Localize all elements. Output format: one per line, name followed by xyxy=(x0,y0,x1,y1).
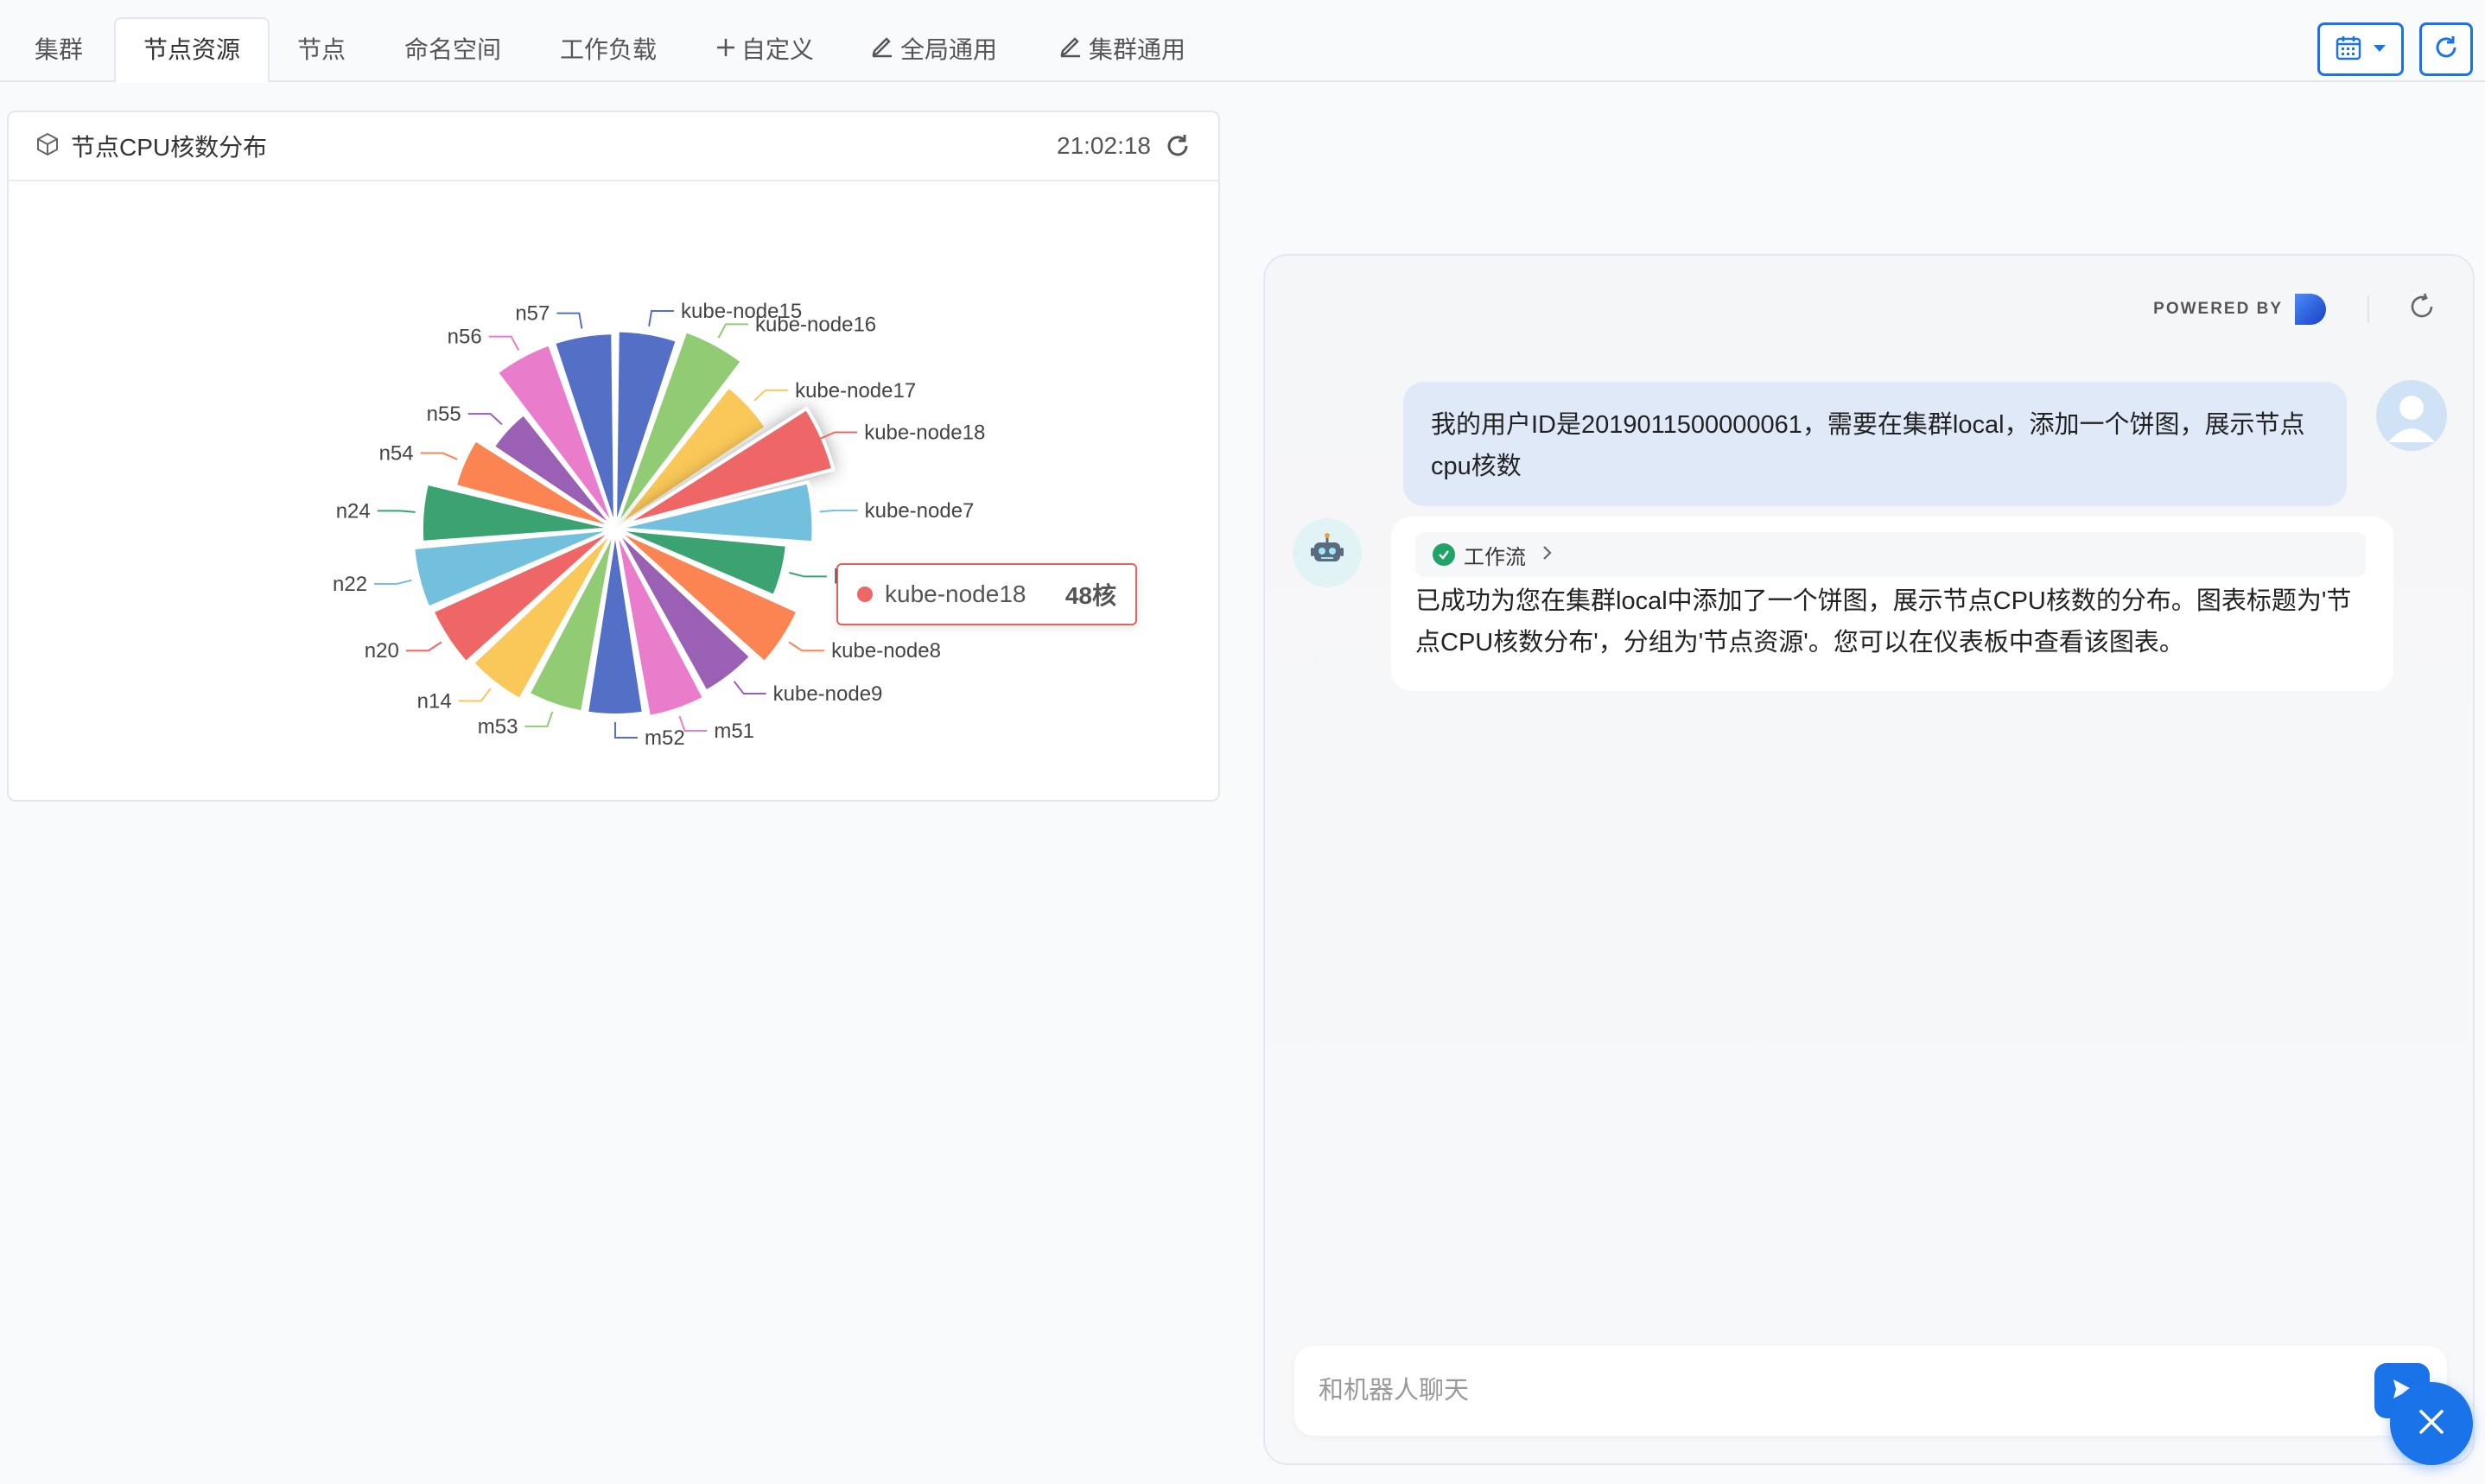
leader-line-n14 xyxy=(458,688,492,702)
bot-avatar xyxy=(1293,518,1362,587)
edit-icon xyxy=(1058,17,1084,83)
reset-chat-button[interactable] xyxy=(2406,290,2438,327)
slice-label-m51: m51 xyxy=(714,720,754,743)
chevron-down-icon xyxy=(2373,41,2386,57)
leader-line-m52 xyxy=(614,722,638,739)
date-picker-button[interactable] xyxy=(2317,22,2404,76)
leader-line-kube-node17 xyxy=(753,389,789,402)
slice-label-kube-node9: kube-node9 xyxy=(773,682,883,706)
leader-line-n20 xyxy=(405,641,442,652)
chat-input[interactable] xyxy=(1294,1346,2331,1436)
tooltip-value: 48核 xyxy=(1065,582,1116,609)
slice-label-kube-node8: kube-node8 xyxy=(831,639,941,663)
slice-label-m53: m53 xyxy=(478,715,518,739)
leader-line-n54 xyxy=(420,452,458,460)
pie-chart: kube-node15kube-node16kube-node17kube-no… xyxy=(333,300,985,750)
chat-panel: POWERED BY 我的用户ID是2019011500000061，需要在集群… xyxy=(1263,254,2475,1465)
slice-label-kube-node17: kube-node17 xyxy=(795,379,916,403)
chart-title: 节点CPU核数分布 xyxy=(71,134,268,161)
leader-line-n57 xyxy=(556,312,583,329)
tab-custom[interactable]: 自定义 xyxy=(715,17,814,83)
leader-line-n56 xyxy=(488,335,520,351)
tab-global-common[interactable]: 全局通用 xyxy=(869,17,997,83)
refresh-icon xyxy=(2431,33,2461,67)
chart-timestamp: 21:02:18 xyxy=(1057,132,1151,159)
cube-icon xyxy=(35,131,60,162)
slice-label-kube-node18: kube-node18 xyxy=(864,421,985,444)
user-icon xyxy=(2388,396,2435,442)
user-message: 我的用户ID是2019011500000061，需要在集群local，添加一个饼… xyxy=(1403,382,2347,506)
leader-line-kube-node8 xyxy=(788,641,825,652)
pie-chart-area: kube-node15 kube-node16 kube-node17 kube-no… xyxy=(9,183,1222,802)
slice-label-kube-node16: kube-node16 xyxy=(755,313,876,336)
chat-input-box xyxy=(1294,1346,2447,1436)
refresh-icon xyxy=(1163,135,1192,164)
reload-icon xyxy=(2406,293,2438,327)
slice-label-n57: n57 xyxy=(515,302,550,326)
chart-tooltip: kube-node18 48核 xyxy=(836,563,1137,625)
slice-label-n24: n24 xyxy=(336,499,371,523)
close-chat-button[interactable] xyxy=(2390,1382,2473,1465)
leader-line-kube-node16 xyxy=(717,323,749,339)
slice-label-n55: n55 xyxy=(427,403,461,426)
leader-line-n55 xyxy=(467,413,503,426)
user-avatar xyxy=(2376,380,2447,451)
chart-refresh-button[interactable] xyxy=(1163,131,1192,165)
bot-message: 工作流 已成功为您在集群local中添加了一个饼图，展示节点CPU核数的分布。图… xyxy=(1391,517,2393,691)
robot-icon xyxy=(1308,530,1346,576)
powered-by-badge: POWERED BY xyxy=(2153,294,2326,325)
slice-label-n14: n14 xyxy=(417,689,452,713)
tab-namespace[interactable]: 命名空间 xyxy=(404,17,501,83)
leader-line-kube-node18 xyxy=(820,431,858,440)
check-icon xyxy=(1433,543,1455,566)
brand-logo-icon xyxy=(2295,294,2326,325)
tab-workload[interactable]: 工作负载 xyxy=(560,17,657,83)
tooltip-color-dot xyxy=(857,587,873,602)
slice-label-n20: n20 xyxy=(365,639,399,663)
header-divider xyxy=(2367,295,2369,323)
chart-card-header: 节点CPU核数分布 21:02:18 xyxy=(9,112,1218,181)
calendar-icon xyxy=(2335,34,2362,66)
close-icon xyxy=(2416,1406,2447,1442)
top-tab-bar: 集群 节点资源 节点 命名空间 工作负载 自定义 全局通用 集群通用 xyxy=(0,0,2485,83)
plus-icon xyxy=(715,17,736,83)
tooltip-series-name: kube-node18 xyxy=(885,580,1026,607)
bot-message-text: 已成功为您在集群local中添加了一个饼图，展示节点CPU核数的分布。图表标题为… xyxy=(1415,587,2352,656)
workflow-toggle[interactable]: 工作流 xyxy=(1415,532,2366,577)
tab-cluster[interactable]: 集群 xyxy=(35,17,83,83)
leader-line-kube-node76 xyxy=(789,572,827,578)
tab-node-resource[interactable]: 节点资源 xyxy=(114,17,270,83)
edit-icon xyxy=(869,17,895,83)
refresh-button[interactable] xyxy=(2419,22,2473,76)
slice-label-n22: n22 xyxy=(333,573,367,596)
leader-line-kube-node15 xyxy=(648,309,675,327)
leader-line-n22 xyxy=(374,579,412,586)
chevron-right-icon xyxy=(1541,542,1554,567)
slice-label-kube-node7: kube-node7 xyxy=(865,499,975,523)
slice-label-n54: n54 xyxy=(379,442,414,466)
leader-line-kube-node9 xyxy=(733,681,766,694)
chart-card: 节点CPU核数分布 21:02:18 kube-node15 kube-node1… xyxy=(7,111,1220,802)
slice-label-n56: n56 xyxy=(448,326,482,349)
tab-node[interactable]: 节点 xyxy=(297,17,346,83)
slice-label-m52: m52 xyxy=(645,726,685,750)
tab-cluster-common[interactable]: 集群通用 xyxy=(1058,17,1185,83)
leader-line-m53 xyxy=(524,711,554,727)
